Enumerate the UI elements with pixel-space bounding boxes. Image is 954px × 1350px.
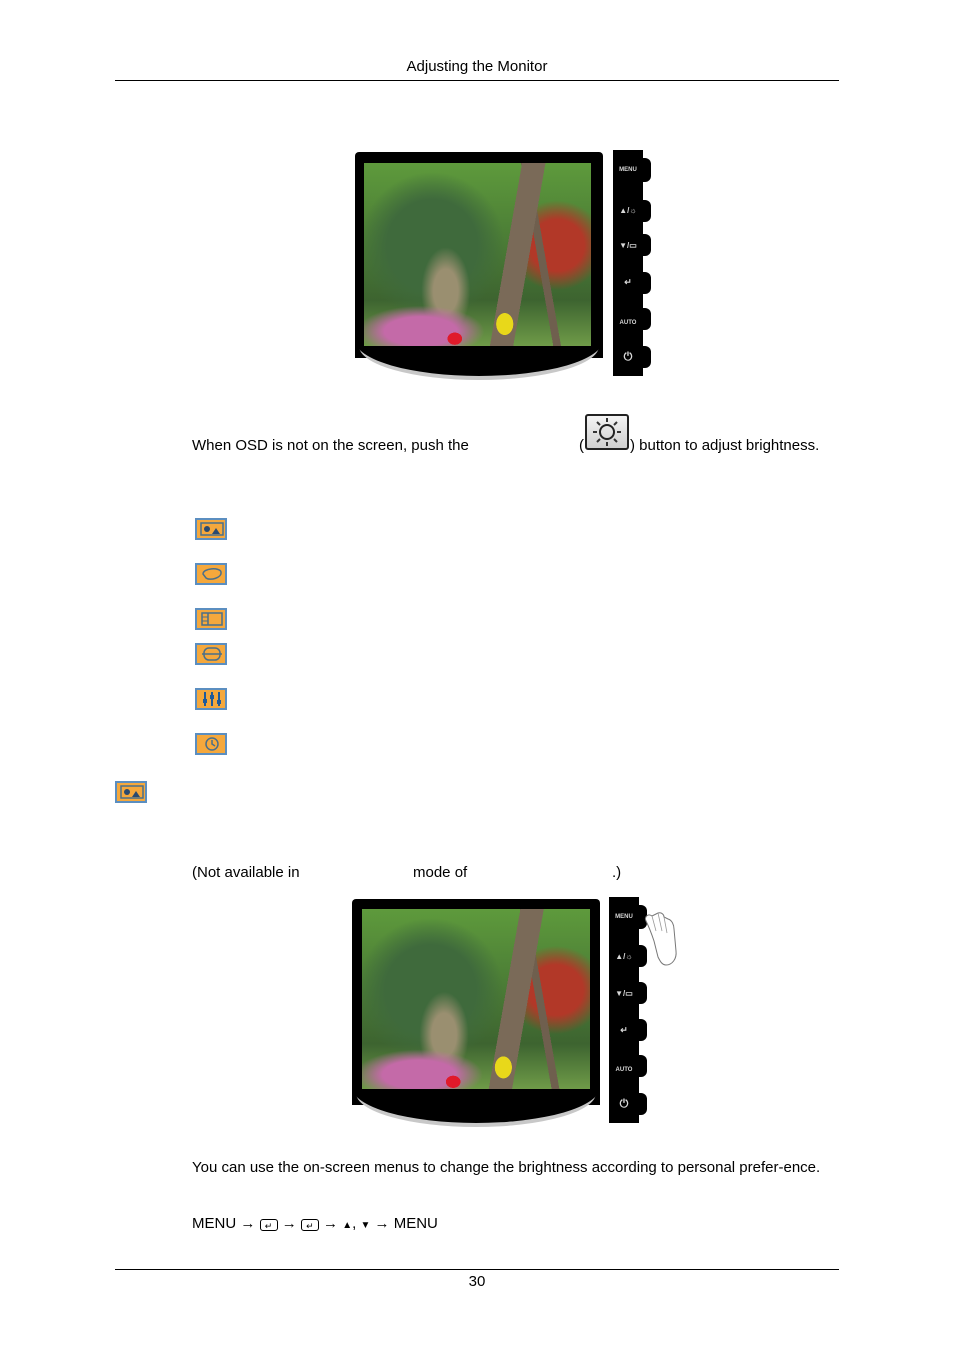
down-magicbright-button[interactable]: ▼/▭ [609,989,639,998]
monitor-illustration-1: MENU ▲/☼ ▼/▭ ↵ AUTO ⏻ [355,150,655,382]
description-paragraph: You can use the on-screen menus to chang… [192,1159,821,1176]
osd-menu-color-icon [195,563,227,585]
up-arrow-icon: ▲ [342,1220,353,1231]
pointing-hand-icon [645,912,677,966]
auto-button[interactable]: AUTO [609,1067,639,1073]
brightness-instruction-prefix: When OSD is not on the screen, push the [192,437,469,454]
up-brightness-button[interactable]: ▲/☼ [613,206,643,215]
down-magicbright-button[interactable]: ▼/▭ [613,241,643,250]
enter-button[interactable]: ↵ [609,1025,639,1036]
menu-button[interactable]: MENU [613,167,643,173]
navigation-path: MENU → ↵ → ↵ → ▲, ▼ → MENU [192,1214,438,1236]
brightness-button-image [585,414,629,450]
nav-menu-start: MENU [192,1215,237,1232]
section-picture-icon [115,781,147,803]
enter-button[interactable]: ↵ [613,277,643,288]
menu-button[interactable]: MENU [609,914,639,920]
nav-menu-end: MENU [393,1215,438,1232]
not-available-note-part1: (Not available in [192,864,300,881]
footer-rule [115,1269,839,1270]
monitor-screen-photo [364,163,591,346]
sun-brightness-icon [593,418,621,446]
enter-key-icon: ↵ [300,1219,319,1231]
nav-arrow: → [323,1215,339,1232]
page-number: 30 [468,1273,486,1290]
monitor-illustration-2: MENU ▲/☼ ▼/▭ ↵ AUTO ⏻ [352,897,692,1129]
enter-key-icon: ↵ [259,1219,278,1231]
power-button[interactable]: ⏻ [613,351,643,364]
monitor-screen-photo [362,909,590,1089]
monitor-bezel-bottom [352,1087,600,1123]
nav-arrow: → [281,1215,297,1232]
osd-menu-picture-icon [195,518,227,540]
header-rule [115,80,839,81]
osd-menu-osd-icon [195,643,227,665]
monitor-button-panel: MENU ▲/☼ ▼/▭ ↵ AUTO ⏻ [609,897,647,1123]
osd-menu-image-icon [195,608,227,630]
auto-button[interactable]: AUTO [613,320,643,326]
down-arrow-icon: ▼ [360,1220,371,1231]
nav-separator: , [352,1215,357,1232]
not-available-note-part3: .) [612,864,622,881]
osd-menu-setup-icon [195,688,227,710]
brightness-instruction-suffix: ) button to adjust brightness. [630,437,820,454]
up-brightness-button[interactable]: ▲/☼ [609,952,639,961]
brightness-open-paren: ( [579,437,584,454]
page-header-title: Adjusting the Monitor [406,58,548,75]
nav-arrow: → [374,1215,390,1232]
not-available-note-part2: mode of [413,864,468,881]
osd-menu-information-icon [195,733,227,755]
monitor-button-panel: MENU ▲/☼ ▼/▭ ↵ AUTO ⏻ [613,150,651,376]
nav-arrow: → [240,1215,256,1232]
power-button[interactable]: ⏻ [609,1098,639,1111]
